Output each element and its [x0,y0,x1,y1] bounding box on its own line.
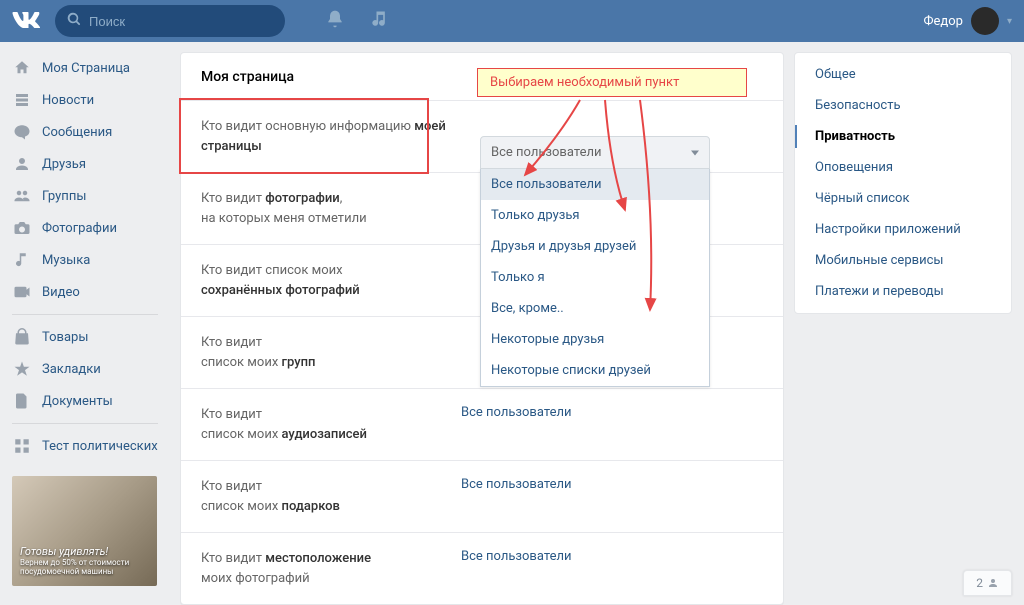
right-nav-apps[interactable]: Настройки приложений [795,214,1011,245]
dropdown-option[interactable]: Все, кроме.. [481,293,709,324]
chevron-down-icon: ▾ [1007,16,1012,27]
nav-label: Документы [42,394,113,409]
setting-label: Кто видит список моих групп [201,333,461,372]
dropdown-button[interactable]: Все пользователи [480,136,710,169]
search-container [55,5,285,37]
nav-bookmarks[interactable]: Закладки [6,353,164,385]
setting-label: Кто видит фотографии, на которых меня от… [201,189,461,228]
nav-label: Закладки [42,362,101,377]
nav-divider [12,423,158,424]
header: Федор ▾ [0,0,1024,42]
setting-value[interactable]: Все пользователи [461,477,572,516]
right-sidebar: Общее Безопасность Приватность Оповещени… [794,52,1024,605]
home-icon [12,58,32,78]
setting-label: Кто видит список моих подарков [201,477,461,516]
nav-label: Новости [42,93,94,108]
nav-label: Тест политических [42,439,158,454]
right-nav-general[interactable]: Общее [795,59,1011,90]
groups-icon [12,186,32,206]
ad-subtitle: Вернем до 50% от стоимости посудомоечной… [20,558,129,576]
nav-photos[interactable]: Фотографии [6,212,164,244]
star-icon [12,359,32,379]
nav-label: Товары [42,330,88,345]
friends-icon [12,154,32,174]
nav-label: Группы [42,189,86,204]
music-icon[interactable] [369,9,389,33]
user-menu[interactable]: Федор ▾ [923,7,1012,35]
friends-count: 2 [976,576,983,590]
dropdown-option[interactable]: Все пользователи [481,169,709,200]
ad-block[interactable]: Готовы удивлять! Вернем до 50% от стоимо… [12,476,157,586]
nav-label: Видео [42,285,80,300]
person-icon [987,577,999,589]
notifications-icon[interactable] [325,9,345,33]
nav-label: Фотографии [42,221,117,236]
messages-icon [12,122,32,142]
grid-icon [12,436,32,456]
nav-divider [12,314,158,315]
right-nav-notifications[interactable]: Оповещения [795,152,1011,183]
nav-label: Моя Страница [42,61,130,76]
nav-my-page[interactable]: Моя Страница [6,52,164,84]
nav-market[interactable]: Товары [6,321,164,353]
setting-label: Кто видит местоположение моих фотографий [201,549,461,588]
search-icon [67,12,81,30]
nav-news[interactable]: Новости [6,84,164,116]
right-nav-privacy[interactable]: Приватность [795,121,1011,152]
bag-icon [12,327,32,347]
annotation-tooltip: Выбираем необходимый пункт [477,68,747,97]
nav-label: Сообщения [42,125,112,140]
right-nav-blacklist[interactable]: Чёрный список [795,183,1011,214]
setting-value[interactable]: Все пользователи [461,549,572,588]
setting-value[interactable]: Все пользователи [461,405,572,444]
user-name: Федор [923,14,963,29]
camera-icon [12,218,32,238]
left-sidebar: Моя Страница Новости Сообщения Друзья Гр… [0,52,170,605]
nav-docs[interactable]: Документы [6,385,164,417]
setting-label: Кто видит основную информацию моей стран… [201,117,461,156]
friends-online-widget[interactable]: 2 [963,570,1012,596]
nav-groups[interactable]: Группы [6,180,164,212]
privacy-dropdown: Все пользователи Все пользователи Только… [480,136,710,387]
nav-friends[interactable]: Друзья [6,148,164,180]
nav-music[interactable]: Музыка [6,244,164,276]
vk-logo[interactable] [12,9,40,33]
nav-label: Друзья [42,157,86,172]
dropdown-menu: Все пользователи Только друзья Друзья и … [480,169,710,387]
dropdown-option[interactable]: Некоторые друзья [481,324,709,355]
video-icon [12,282,32,302]
nav-messages[interactable]: Сообщения [6,116,164,148]
search-input[interactable] [89,14,273,29]
nav-label: Музыка [42,253,90,268]
dropdown-option[interactable]: Друзья и друзья друзей [481,231,709,262]
right-nav-security[interactable]: Безопасность [795,90,1011,121]
nav-video[interactable]: Видео [6,276,164,308]
dropdown-option[interactable]: Только я [481,262,709,293]
dropdown-option[interactable]: Только друзья [481,200,709,231]
setting-label: Кто видит список моих сохранённых фотогр… [201,261,461,300]
right-nav-mobile[interactable]: Мобильные сервисы [795,245,1011,276]
setting-label: Кто видит список моих аудиозаписей [201,405,461,444]
ad-title: Готовы удивлять! [20,545,129,558]
settings-nav: Общее Безопасность Приватность Оповещени… [794,52,1012,314]
dropdown-option[interactable]: Некоторые списки друзей [481,355,709,386]
avatar [971,7,999,35]
music-note-icon [12,250,32,270]
news-icon [12,90,32,110]
doc-icon [12,391,32,411]
right-nav-payments[interactable]: Платежи и переводы [795,276,1011,307]
nav-test[interactable]: Тест политических [6,430,164,462]
